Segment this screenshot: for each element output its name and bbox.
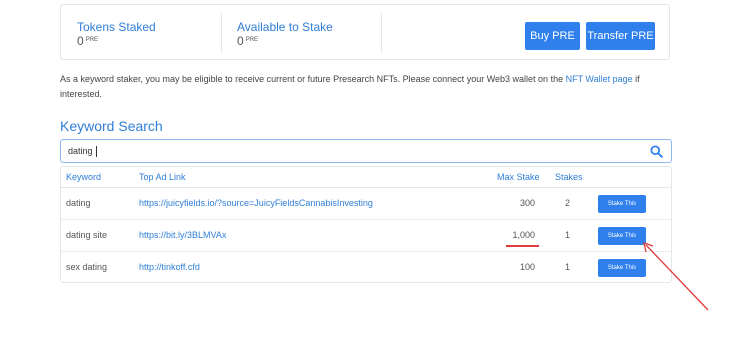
- notice-text: As a keyword staker, you may be eligible…: [60, 74, 566, 84]
- table-header: Keyword Top Ad Link Max Stake Stakes: [61, 167, 671, 188]
- buy-pre-button[interactable]: Buy PRE: [525, 22, 580, 50]
- table-row: dating site https://bit.ly/3BLMVAx 1,000…: [61, 220, 671, 252]
- top-ad-link[interactable]: https://juicyfields.io/?source=JuicyFiel…: [139, 188, 373, 219]
- table-row: dating https://juicyfields.io/?source=Ju…: [61, 188, 671, 220]
- header-stakes: Stakes: [555, 172, 583, 182]
- table-row: sex dating http://tinkoff.cfd 100 1 Stak…: [61, 252, 671, 283]
- header-keyword: Keyword: [66, 172, 102, 182]
- tokens-staked-unit: PRE: [85, 37, 99, 43]
- header-max-stake: Max Stake: [497, 172, 540, 182]
- search-icon[interactable]: [650, 145, 663, 158]
- transfer-pre-button[interactable]: Transfer PRE: [586, 22, 655, 50]
- keyword-cell: sex dating: [66, 262, 108, 272]
- stats-panel: Tokens Staked 0 PRE Available to Stake 0P…: [60, 4, 670, 60]
- available-value: 0 PRE: [237, 35, 333, 48]
- stats-divider: [381, 13, 382, 53]
- nft-wallet-link[interactable]: NFT Wallet page: [566, 74, 633, 84]
- annotation-underline: [506, 245, 539, 247]
- keyword-cell: dating: [66, 198, 91, 208]
- stakes-cell: 1: [565, 230, 571, 240]
- keyword-cell: dating site: [66, 230, 108, 240]
- nft-notice: As a keyword staker, you may be eligible…: [60, 72, 670, 102]
- tokens-staked-stat: Tokens Staked 0 PRE: [77, 20, 156, 48]
- stake-this-button[interactable]: Stake This: [598, 195, 646, 213]
- stakes-cell: 2: [565, 198, 571, 208]
- available-label: Available to Stake: [237, 20, 333, 34]
- tokens-staked-amount: 0: [77, 34, 84, 48]
- tokens-staked-label: Tokens Staked: [77, 20, 156, 34]
- stake-this-button[interactable]: Stake This: [598, 227, 646, 245]
- stats-divider: [221, 13, 222, 53]
- tokens-staked-value: 0 PRE: [77, 35, 156, 48]
- max-stake-cell: 300: [519, 198, 535, 208]
- stake-this-button[interactable]: Stake This: [598, 259, 646, 277]
- keyword-table: Keyword Top Ad Link Max Stake Stakes dat…: [60, 166, 672, 283]
- header-top-ad-link: Top Ad Link: [139, 172, 186, 182]
- top-ad-link[interactable]: https://bit.ly/3BLMVAx: [139, 220, 226, 251]
- available-amount: 0: [237, 34, 244, 48]
- keyword-search-title: Keyword Search: [60, 118, 163, 134]
- max-stake-cell: 100: [519, 262, 535, 272]
- available-unit: PRE: [245, 37, 259, 43]
- stakes-cell: 1: [565, 262, 571, 272]
- available-stat: Available to Stake 0 PRE: [237, 20, 333, 48]
- keyword-search-input[interactable]: dating: [60, 139, 672, 163]
- top-ad-link[interactable]: http://tinkoff.cfd: [139, 252, 200, 283]
- text-caret: [95, 146, 97, 158]
- search-value: dating: [68, 146, 93, 156]
